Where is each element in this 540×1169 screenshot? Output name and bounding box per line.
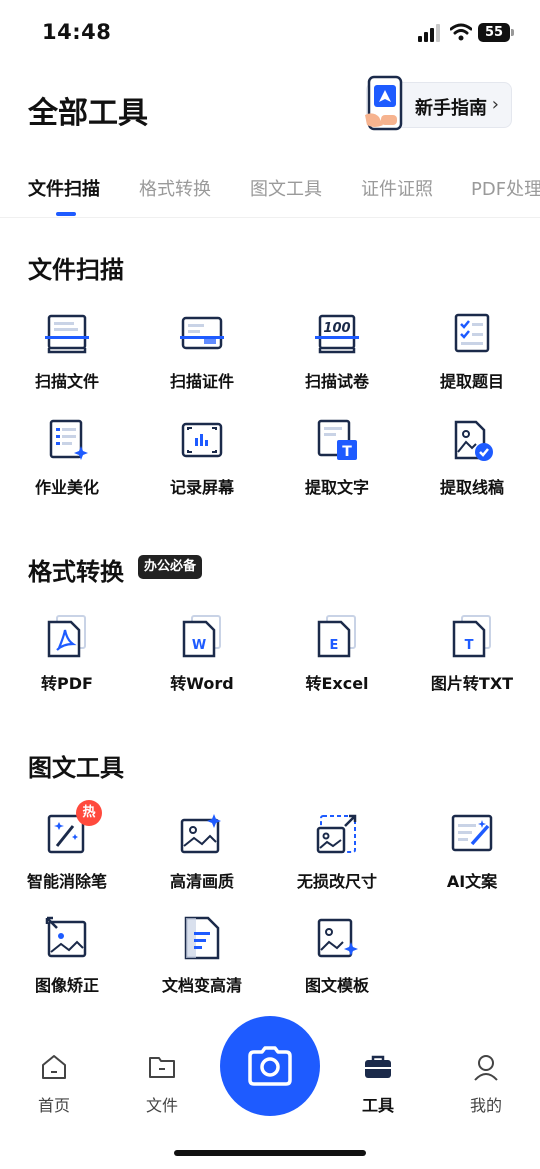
- tool-label: 记录屏幕: [169, 478, 234, 497]
- tool-label: 图文模板: [304, 976, 369, 995]
- tab-image-tools[interactable]: 图文工具: [250, 175, 322, 201]
- tool-label: 文档变高清: [161, 976, 242, 995]
- homework-beautify-icon: [49, 419, 88, 460]
- profile-icon: [474, 1055, 498, 1081]
- tool-label: 转Excel: [305, 674, 369, 693]
- tool-resize-image[interactable]: 无损改尺寸: [270, 812, 404, 908]
- tool-label: 无损改尺寸: [296, 872, 377, 891]
- tool-label: 智能消除笔: [26, 872, 107, 891]
- status-bar: 14:48 55: [0, 0, 540, 66]
- tool-label: 扫描文件: [34, 372, 99, 391]
- signal-icon: [418, 24, 440, 42]
- tool-ai-copywriting[interactable]: AI文案: [405, 812, 539, 908]
- nav-home[interactable]: 首页: [14, 1048, 94, 1118]
- hd-image-icon: [180, 814, 221, 854]
- active-tab-indicator: [56, 212, 76, 216]
- extract-lineart-icon: [454, 420, 493, 461]
- tool-label: 转PDF: [41, 674, 93, 693]
- svg-text:E: E: [330, 638, 339, 653]
- tool-label: AI文案: [446, 872, 498, 891]
- beginner-guide-label: 新手指南: [415, 98, 487, 119]
- tool-label: 转Word: [170, 674, 234, 693]
- tool-to-word[interactable]: W 转Word: [135, 614, 269, 710]
- chevron-right-icon: ›: [491, 94, 499, 115]
- tool-label: 图片转TXT: [430, 674, 514, 693]
- tab-pdf-process[interactable]: PDF处理: [471, 175, 540, 201]
- tool-label: 提取文字: [304, 478, 369, 497]
- section-title-convert: 格式转换: [28, 558, 124, 586]
- extract-questions-icon: [454, 313, 490, 353]
- tool-scan-id[interactable]: 扫描证件: [135, 312, 269, 408]
- tool-image-template[interactable]: 图文模板: [270, 916, 404, 1012]
- resize-image-icon: [316, 814, 357, 854]
- tool-homework-beautify[interactable]: 作业美化: [0, 418, 134, 514]
- tool-label: 图像矫正: [34, 976, 99, 995]
- excel-file-icon: E: [317, 615, 356, 658]
- office-essential-badge: 办公必备: [138, 555, 203, 579]
- tool-extract-text[interactable]: T 提取文字: [270, 418, 404, 514]
- phone-guide-icon: [365, 75, 403, 131]
- tool-extract-lineart[interactable]: 提取线稿: [405, 418, 539, 514]
- image-correct-icon: [45, 916, 87, 958]
- section-title-image-tools: 图文工具: [28, 754, 124, 782]
- tool-label: 提取题目: [439, 372, 504, 391]
- tool-extract-questions[interactable]: 提取题目: [405, 312, 539, 408]
- wifi-icon: [450, 23, 472, 41]
- tab-file-scan[interactable]: 文件扫描: [28, 175, 100, 201]
- category-tabs: 文件扫描 格式转换 图文工具 证件证照 PDF处理: [0, 168, 540, 218]
- camera-icon: [248, 1046, 292, 1086]
- hot-badge: 热: [76, 800, 102, 826]
- scan-exam-icon: 100: [315, 314, 359, 354]
- tool-scan-document[interactable]: 扫描文件: [0, 312, 134, 408]
- record-screen-icon: [181, 422, 223, 458]
- pdf-file-icon: [47, 615, 86, 658]
- scan-id-card-icon: [180, 316, 224, 350]
- tab-id-photos[interactable]: 证件证照: [361, 175, 433, 201]
- tab-format-convert[interactable]: 格式转换: [139, 175, 211, 201]
- txt-file-icon: T: [452, 615, 491, 658]
- beginner-guide-button[interactable]: 新手指南 ›: [365, 75, 512, 131]
- tool-image-correct[interactable]: 图像矫正: [0, 916, 134, 1012]
- tool-image-to-txt[interactable]: T 图片转TXT: [405, 614, 539, 710]
- nav-label: 首页: [37, 1096, 70, 1115]
- tool-magic-eraser[interactable]: 热 智能消除笔: [0, 800, 134, 908]
- tool-label: 作业美化: [34, 478, 99, 497]
- nav-files[interactable]: 文件: [122, 1048, 202, 1118]
- page-title: 全部工具: [28, 96, 148, 131]
- tool-hd-image[interactable]: 高清画质: [135, 812, 269, 908]
- status-time: 14:48: [42, 20, 112, 44]
- section-title-scan: 文件扫描: [28, 256, 124, 284]
- tool-to-pdf[interactable]: 转PDF: [0, 614, 134, 710]
- tool-label: 高清画质: [169, 872, 234, 891]
- nav-label: 工具: [361, 1096, 394, 1115]
- svg-text:W: W: [192, 638, 206, 653]
- nav-label: 文件: [145, 1096, 178, 1115]
- image-template-icon: [317, 918, 358, 958]
- nav-tools[interactable]: 工具: [338, 1048, 418, 1118]
- nav-profile[interactable]: 我的: [446, 1048, 526, 1118]
- svg-text:T: T: [465, 638, 474, 653]
- home-icon: [42, 1055, 66, 1079]
- camera-button[interactable]: [220, 1016, 320, 1116]
- tool-record-screen[interactable]: 记录屏幕: [135, 418, 269, 514]
- folder-icon: [149, 1057, 175, 1078]
- nav-label: 我的: [469, 1096, 502, 1115]
- tool-scan-exam[interactable]: 100 扫描试卷: [270, 312, 404, 408]
- scan-document-icon: [45, 314, 89, 354]
- svg-text:100: 100: [323, 321, 350, 336]
- tool-label: 扫描证件: [169, 372, 234, 391]
- tool-to-excel[interactable]: E 转Excel: [270, 614, 404, 710]
- home-indicator: [174, 1150, 366, 1156]
- battery-level: 55: [478, 23, 510, 42]
- toolbox-icon: [365, 1055, 391, 1078]
- tool-document-hd[interactable]: 文档变高清: [135, 916, 269, 1012]
- ai-copywriting-icon: [451, 814, 493, 852]
- extract-text-icon: T: [317, 419, 357, 460]
- svg-text:T: T: [342, 444, 352, 460]
- tool-label: 扫描试卷: [304, 372, 369, 391]
- battery-icon: 55: [478, 23, 514, 42]
- word-file-icon: W: [182, 615, 221, 658]
- tool-label: 提取线稿: [439, 478, 504, 497]
- document-hd-icon: [184, 916, 220, 960]
